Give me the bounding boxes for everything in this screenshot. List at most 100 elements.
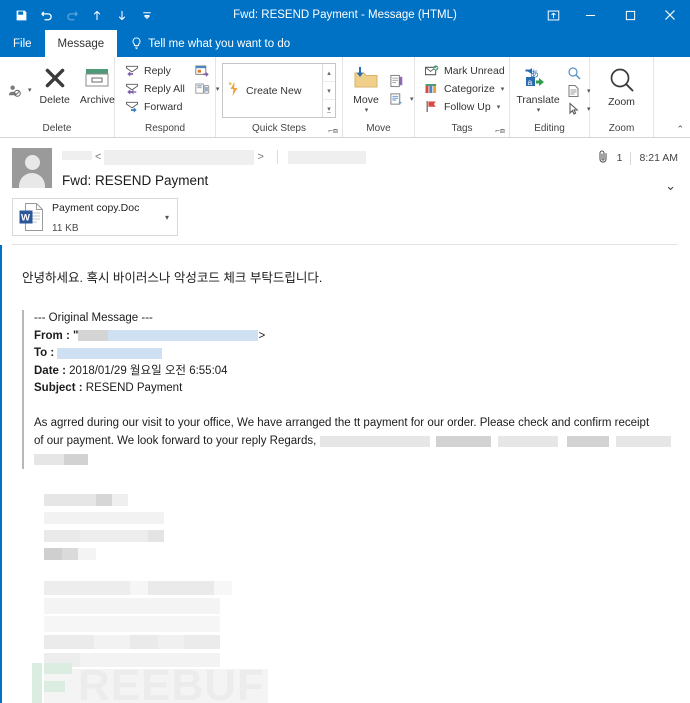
move-folder-icon (352, 62, 380, 94)
ignore-button[interactable]: ▾ (4, 82, 35, 99)
message-header: < > Fwd: RESEND Payment 1 8:21 AM ⌄ (0, 138, 690, 194)
scroll-down-icon[interactable]: ▾ (323, 82, 335, 100)
forward-label: Forward (144, 100, 183, 113)
tab-file[interactable]: File (0, 30, 45, 57)
redacted-block-row (44, 545, 676, 563)
quick-access-toolbar (0, 4, 158, 26)
reply-all-button[interactable]: Reply All (121, 80, 188, 97)
forward-button[interactable]: Forward (121, 98, 188, 115)
archive-button[interactable]: Archive (75, 62, 120, 106)
ribbon-group-zoom: Zoom Zoom (590, 57, 654, 137)
redacted-block-row (44, 579, 676, 597)
onenote-button[interactable] (386, 73, 417, 90)
save-icon[interactable] (10, 4, 33, 26)
move-label: Move (353, 94, 379, 106)
freebuf-watermark: REEBUF (32, 659, 272, 703)
translate-label: Translate (516, 94, 560, 106)
recipient-redacted (287, 150, 366, 164)
quote-to-line: To : (34, 345, 676, 363)
quick-step-lightning-icon (228, 82, 240, 99)
ribbon-display-options-icon[interactable] (536, 0, 570, 30)
ribbon-group-respond-label: Respond (144, 123, 186, 134)
quick-steps-gallery[interactable]: Create New ▴ ▾ ▾̲ (222, 63, 336, 118)
follow-up-button[interactable]: Follow Up ▾ (421, 98, 508, 115)
collapse-ribbon-chevron-icon[interactable]: ⌃ (676, 124, 684, 135)
previous-item-icon[interactable] (85, 4, 108, 26)
find-button[interactable] (563, 65, 594, 82)
redacted-block-row (44, 615, 676, 633)
ribbon-group-move: Move ▾ ▾ Move (343, 57, 415, 137)
move-caret-icon[interactable]: ▾ (365, 106, 369, 114)
undo-icon[interactable] (35, 4, 58, 26)
address-close-angle: > (257, 151, 264, 163)
tell-me-search[interactable]: Tell me what you want to do (117, 30, 290, 57)
find-magnifier-icon (566, 66, 581, 80)
more-quick-steps-icon[interactable]: ▾̲ (323, 100, 335, 117)
translate-button[interactable]: あ a Translate ▾ (514, 62, 562, 114)
reply-button[interactable]: Reply (121, 62, 188, 79)
quick-steps-dialog-launcher-icon[interactable]: ⌐⧈ (328, 126, 338, 136)
quick-step-label: Create New (246, 84, 302, 97)
freebuf-logo-icon (32, 663, 76, 703)
tags-dialog-launcher-icon[interactable]: ⌐⧈ (495, 126, 505, 136)
categorize-icon (424, 83, 439, 95)
attachment-menu-chevron-icon[interactable]: ▾ (165, 213, 171, 222)
select-button[interactable]: ▾ (563, 101, 594, 118)
close-icon[interactable] (650, 0, 690, 30)
categorize-caret-icon[interactable]: ▾ (501, 85, 505, 93)
related-button[interactable]: ▾ (563, 83, 594, 100)
ignore-person-icon (7, 83, 22, 98)
archive-label: Archive (79, 94, 115, 106)
minimize-icon[interactable] (570, 0, 610, 30)
zoom-label: Zoom (608, 96, 635, 108)
zoom-button[interactable]: Zoom (597, 64, 647, 108)
redacted-block-row (44, 597, 676, 615)
reply-label: Reply (144, 64, 171, 77)
quote-paragraph: As agrred during our visit to your offic… (34, 414, 676, 469)
attachment-count: 1 (616, 152, 623, 164)
mark-unread-button[interactable]: Mark Unread (421, 62, 508, 79)
attachment-item[interactable]: W Payment copy.Doc 11 KB ▾ (12, 198, 178, 236)
address-open-angle: < (95, 151, 102, 163)
customize-quick-access-icon[interactable] (135, 4, 158, 26)
attachment-size: 11 KB (52, 223, 79, 234)
translate-caret-icon[interactable]: ▾ (537, 106, 541, 114)
sender-name-redacted (62, 150, 92, 160)
ribbon-group-delete: ▾ Delete Archive Delete (0, 57, 115, 137)
rules-button[interactable]: ▾ (386, 91, 417, 108)
tab-message[interactable]: Message (44, 30, 118, 57)
expand-header-chevron-icon[interactable]: ⌄ (665, 178, 676, 194)
categorize-label: Categorize (444, 82, 495, 95)
scroll-up-icon[interactable]: ▴ (323, 64, 335, 82)
delete-button[interactable]: Delete (35, 62, 75, 106)
header-divider (276, 150, 278, 164)
sender-line: < > (62, 148, 678, 166)
quote-from-line: From : " > (34, 329, 266, 342)
ribbon-group-delete-label: Delete (42, 123, 72, 134)
follow-up-label: Follow Up (444, 100, 491, 113)
message-subject: Fwd: RESEND Payment (62, 173, 209, 188)
follow-up-flag-icon (424, 100, 439, 113)
categorize-button[interactable]: Categorize ▾ (421, 80, 508, 97)
rules-icon (389, 92, 404, 106)
ribbon-group-editing: あ a Translate ▾ ▾ ▾ Editing (510, 57, 591, 137)
ribbon-group-respond: Reply Reply All Forward ▾ Respond (115, 57, 219, 137)
maximize-icon[interactable] (610, 0, 650, 30)
redacted-block-row (44, 491, 676, 509)
related-document-icon (566, 84, 581, 98)
quick-steps-scrollbar[interactable]: ▴ ▾ ▾̲ (322, 64, 335, 117)
ribbon-group-tags: Mark Unread Categorize ▾ Follow Up ▾ Tag… (415, 57, 510, 137)
mark-unread-label: Mark Unread (444, 64, 505, 77)
rules-caret-icon[interactable]: ▾ (410, 95, 414, 103)
reply-icon (124, 65, 139, 77)
word-document-icon: W (19, 202, 45, 232)
quick-step-create-new[interactable]: Create New (223, 64, 322, 117)
tell-me-label: Tell me what you want to do (148, 37, 291, 50)
follow-up-caret-icon[interactable]: ▾ (497, 103, 501, 111)
redacted-signature-area: REEBUF (22, 491, 676, 703)
next-item-icon[interactable] (110, 4, 133, 26)
move-button[interactable]: Move ▾ (347, 62, 385, 114)
attachment-name: Payment copy.Doc (52, 202, 140, 214)
ignore-caret-icon[interactable]: ▾ (28, 86, 32, 94)
reply-all-icon (124, 83, 139, 95)
